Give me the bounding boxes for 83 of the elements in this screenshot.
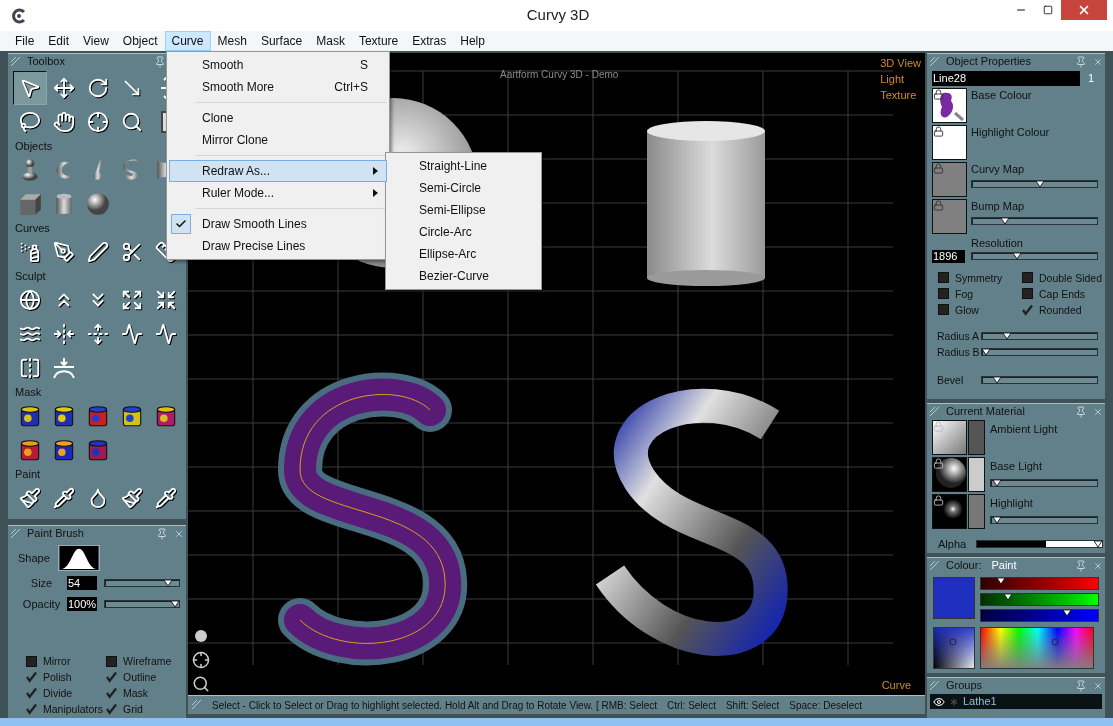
checkbox-label: Rounded — [1039, 302, 1082, 317]
menu-item[interactable]: Semi-Circle — [386, 177, 541, 199]
field-label: Size — [29, 576, 54, 591]
slider-label: Radius A — [937, 328, 981, 343]
menu-item[interactable]: Redraw As... — [169, 160, 387, 182]
menu-bar-item[interactable]: View — [76, 31, 116, 51]
checkbox-label: Mask — [123, 686, 149, 700]
field-label: Shape — [18, 550, 50, 566]
menu-item[interactable]: Draw Precise Lines — [169, 235, 387, 257]
section-label: Sculpt — [15, 269, 46, 283]
panel-title: Paint Brush — [27, 528, 84, 539]
menu-bar-item[interactable]: File — [8, 31, 42, 51]
checkbox-label: Polish — [43, 670, 72, 684]
view-mode-label[interactable]: 3D View — [880, 55, 921, 71]
colour-target: Paint — [991, 560, 1017, 571]
material-label: Base Light — [990, 459, 1043, 473]
slider-label: Alpha — [938, 537, 968, 552]
menu-bar-item[interactable]: Mask — [309, 31, 352, 51]
menu-bar-item[interactable]: Surface — [253, 31, 310, 51]
window-title: Curvy 3D — [525, 5, 591, 26]
menu-bar-item[interactable]: Extras — [405, 31, 454, 51]
map-label: Base Colour — [971, 87, 1033, 102]
section-label: Curves — [15, 221, 50, 235]
checkbox-label: Cap Ends — [1039, 286, 1086, 301]
checkbox-label: Grid — [123, 702, 143, 716]
slider-label: Bevel — [937, 372, 965, 387]
menu-bar-item[interactable]: Texture — [351, 31, 406, 51]
panel-title: Object Properties — [946, 56, 1031, 67]
map-label: Curvy Map — [971, 161, 1026, 176]
menu-item[interactable]: Ellipse-Arc — [386, 243, 541, 265]
checkbox-label: Manipulators — [43, 702, 104, 716]
field-label: Resolution — [970, 235, 1024, 250]
menu-item[interactable]: Clone — [169, 107, 387, 129]
checkbox-label: Glow — [955, 302, 979, 317]
checkbox-label: Outline — [123, 670, 157, 684]
input-field[interactable]: Line28 — [932, 70, 1080, 86]
material-label: Ambient Light — [990, 422, 1059, 436]
input-field[interactable]: 54 — [67, 576, 97, 591]
menu-item[interactable]: Smooth S — [169, 54, 387, 76]
section-label: Paint — [15, 467, 41, 481]
checkbox-label: Symmetry — [955, 270, 1003, 285]
checkbox-label: Fog — [955, 286, 974, 301]
map-label: Bump Map — [971, 198, 1026, 213]
menu-bar-item[interactable]: Mesh — [210, 31, 254, 51]
menu-bar-item[interactable]: Help — [453, 31, 492, 51]
menu-bar-item[interactable]: Edit — [41, 31, 77, 51]
checkbox-label: Double Sided — [1039, 270, 1103, 285]
menu-item[interactable]: Smooth More Ctrl+S — [169, 76, 387, 98]
mode-label: Curve — [881, 677, 911, 693]
menu-item[interactable]: Circle-Arc — [386, 221, 541, 243]
menu-item[interactable]: Bezier-Curve — [386, 265, 541, 287]
panel-title: Current Material — [946, 406, 1025, 417]
group-row[interactable]: Lathe1 — [930, 694, 1102, 709]
checkbox-label: Divide — [43, 686, 73, 700]
group-name: Lathe1 — [963, 696, 997, 707]
menu-item[interactable]: Draw Smooth Lines — [169, 213, 387, 235]
status-text: Shift: Select — [725, 698, 780, 713]
object-count: 1 — [1088, 71, 1095, 86]
input-field[interactable]: 100% — [67, 596, 97, 611]
menu-item[interactable]: Mirror Clone — [169, 129, 387, 151]
menu-item[interactable]: Ruler Mode... — [169, 182, 387, 204]
menu-item[interactable]: Straight-Line — [386, 155, 541, 177]
status-text: Ctrl: Select — [667, 698, 716, 713]
view-mode-label[interactable]: Texture — [880, 87, 917, 103]
menu-item[interactable]: Semi-Ellipse — [386, 199, 541, 221]
section-label: Objects — [15, 139, 53, 153]
material-label: Highlight — [990, 496, 1034, 510]
input-field[interactable]: 1896 — [932, 249, 965, 263]
panel-title: Toolbox — [27, 56, 65, 67]
status-text: Select - Click to Select or Drag to highlight selected. Hold Alt and Drag to Rotate View. [ RMB: Select — [212, 698, 658, 713]
checkbox-label: Mirror — [43, 654, 71, 668]
section-label: Mask — [15, 385, 42, 399]
view-mode-label[interactable]: Light — [880, 71, 905, 87]
menu-bar-item[interactable]: Object — [115, 31, 165, 51]
map-label: Highlight Colour — [971, 124, 1051, 139]
checkbox-label: Wireframe — [123, 654, 172, 668]
slider-label: Radius B — [937, 344, 981, 359]
field-label: Opacity — [21, 596, 62, 612]
menu-bar-item[interactable]: Curve — [164, 31, 211, 51]
status-text: Space: Deselect — [789, 698, 863, 713]
viewport-caption: Aartform Curvy 3D - Demo — [500, 68, 619, 82]
panel-title: Colour: — [946, 560, 982, 571]
panel-title: Groups — [946, 680, 983, 691]
